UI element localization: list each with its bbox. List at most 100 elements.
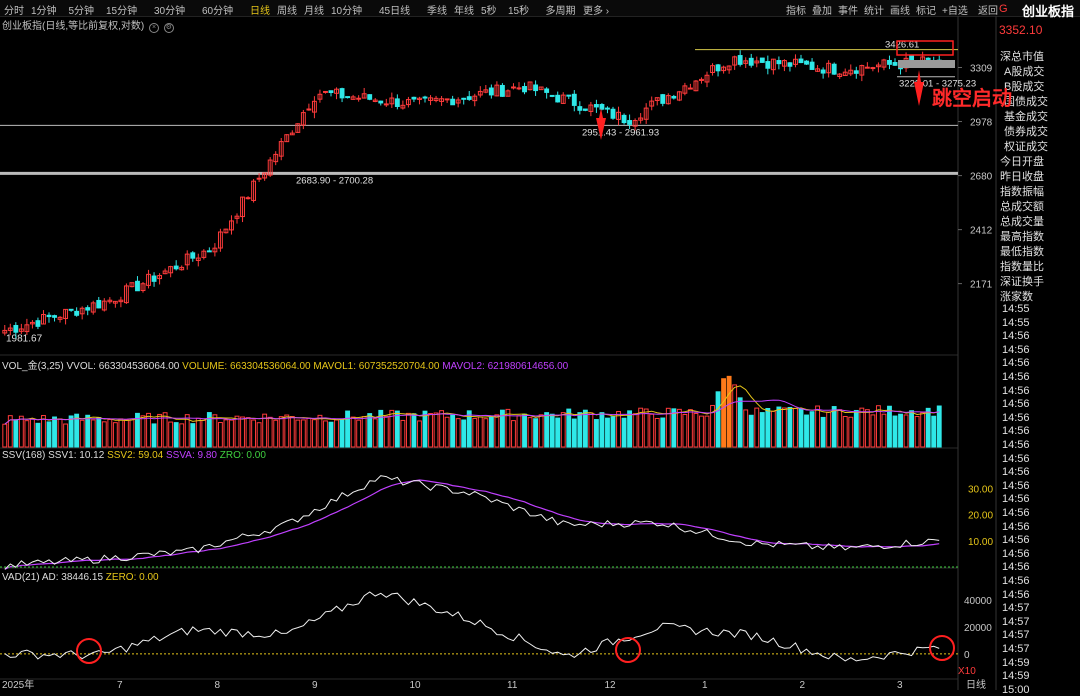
volume-bar <box>804 414 809 448</box>
candle-body <box>74 310 80 316</box>
candle-body <box>135 280 140 292</box>
price-level-label: 2683.90 - 2700.28 <box>296 175 373 186</box>
volume-bar <box>361 416 367 448</box>
volume-bar <box>79 419 85 448</box>
candle-body <box>820 69 826 74</box>
volume-bar <box>798 408 804 448</box>
volume-bar <box>295 419 301 448</box>
volume-bar <box>433 412 439 448</box>
time-axis-tick: 11 <box>507 680 518 690</box>
volume-bar <box>544 412 550 448</box>
volume-bar <box>223 419 229 448</box>
candle-body <box>737 55 743 65</box>
candle-body <box>555 94 561 103</box>
price-axis-tick: 3309 <box>970 63 993 74</box>
volume-bar <box>621 417 627 448</box>
price-axis-tick: 2978 <box>970 118 993 129</box>
volume-bar <box>687 409 693 448</box>
volume-bar <box>643 408 649 448</box>
volume-bar <box>417 420 422 448</box>
volume-bar <box>676 408 682 448</box>
candle-body <box>306 108 312 111</box>
volume-bar <box>372 418 378 448</box>
time-axis-tick: 3 <box>897 680 903 690</box>
candle-body <box>765 61 771 69</box>
candle-body <box>864 66 870 69</box>
candle-body <box>323 90 328 93</box>
volume-bar <box>892 415 898 448</box>
volume-bar <box>660 417 666 448</box>
volume-bar <box>848 416 854 448</box>
volume-bar <box>616 411 621 448</box>
volume-bar <box>582 409 588 448</box>
volume-bar <box>455 418 461 448</box>
volume-bar <box>311 419 317 448</box>
volume-bar <box>96 417 102 448</box>
candle-body <box>516 87 522 90</box>
volume-bar <box>356 419 362 448</box>
candle-body <box>533 84 539 92</box>
volume-bar <box>593 419 599 448</box>
volume-bar <box>765 408 771 448</box>
candle-body <box>715 64 721 72</box>
volume-bar <box>439 410 445 448</box>
candle-body <box>394 98 400 107</box>
volume-bar <box>101 421 107 448</box>
candle-body <box>356 97 362 100</box>
volume-bar <box>234 415 240 448</box>
volume-bar <box>2 423 8 448</box>
candle-body <box>593 104 599 108</box>
volume-bar <box>267 416 273 448</box>
candle-body <box>544 88 550 93</box>
candle-body <box>511 86 516 89</box>
candle-body <box>748 57 754 66</box>
volume-bar <box>284 414 290 448</box>
candle-body <box>367 94 373 100</box>
volume-bar <box>289 416 295 448</box>
volume-bar <box>123 419 129 448</box>
volume-bar <box>809 411 815 448</box>
ssv-axis-tick: 20.00 <box>968 511 993 522</box>
vad-axis-tick: 0 <box>964 650 970 661</box>
volume-bar <box>190 423 196 448</box>
volume-bar <box>726 375 732 448</box>
vad-axis-tick: 40000 <box>964 596 992 607</box>
candle-body <box>52 315 57 318</box>
candle-body <box>345 96 351 99</box>
volume-bar <box>732 384 738 448</box>
candle-body <box>173 265 179 270</box>
volume-bar <box>737 397 743 448</box>
time-axis-tick: 12 <box>605 680 617 690</box>
volume-bar <box>151 423 157 448</box>
candle-body <box>776 60 782 65</box>
candle-body <box>151 275 157 282</box>
volume-bar <box>217 422 223 448</box>
volume-bar <box>610 416 616 448</box>
candle-body <box>571 93 577 106</box>
volume-bar <box>179 423 185 448</box>
volume-bar <box>743 409 749 448</box>
candle-body <box>610 108 616 119</box>
volume-bar <box>367 413 373 448</box>
volume-bar <box>649 413 655 448</box>
volume-bar <box>870 414 876 448</box>
volume-bar <box>345 410 351 448</box>
volume-bar <box>461 419 467 448</box>
volume-bar <box>29 418 35 448</box>
volume-bar <box>549 413 555 448</box>
candle-body <box>383 103 389 106</box>
volume-bar <box>505 408 511 448</box>
volume-bar <box>815 405 821 448</box>
vad-axis-tick: 20000 <box>964 623 992 634</box>
candle-body <box>804 60 809 65</box>
candle-body <box>605 107 610 110</box>
volume-bar <box>682 413 688 448</box>
chart-area[interactable]: 3426.612951.43 - 2961.932683.90 - 2700.2… <box>0 0 1080 690</box>
volume-bar <box>826 411 832 448</box>
candle-body <box>466 96 472 100</box>
time-axis-tick: 2 <box>800 680 806 690</box>
candle-body <box>925 57 931 60</box>
time-axis-tick: 8 <box>215 680 221 690</box>
volume-bar <box>18 415 24 448</box>
volume-bar <box>168 421 174 448</box>
